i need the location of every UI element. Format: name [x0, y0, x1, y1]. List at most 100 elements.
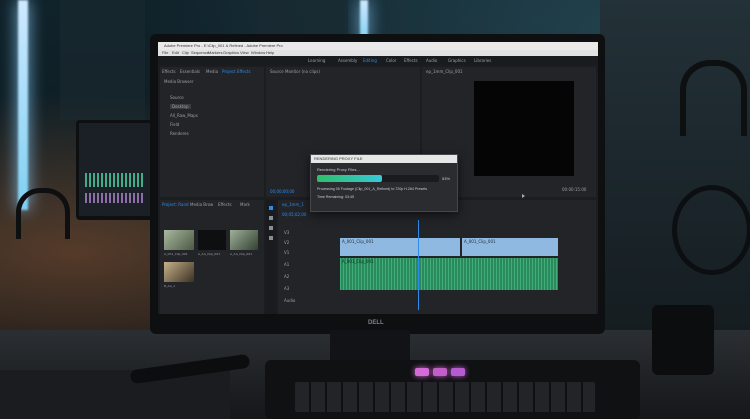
- type-tool-icon[interactable]: [269, 236, 273, 240]
- program-video-frame: [474, 81, 574, 176]
- tree-item-raw-maps[interactable]: All_Raw_Maps: [170, 113, 198, 118]
- render-dialog: RENDERING PROXY FILE Rendering Proxy Fil…: [310, 154, 458, 212]
- video-clip-label: A_001_Clip_001: [342, 239, 374, 244]
- track-label-v3[interactable]: V3: [284, 230, 289, 235]
- tools-panel: [266, 200, 276, 314]
- menu-item-edit[interactable]: Edit: [172, 50, 179, 55]
- tab-essentials[interactable]: Essentials: [180, 69, 200, 74]
- render-detail: Processing 05 Footage (Clip_001_A_Refine…: [317, 187, 428, 191]
- headphones-left: [16, 188, 70, 239]
- second-monitor: [76, 120, 154, 220]
- source-timecode: 00;00;00;00: [270, 189, 295, 194]
- playhead[interactable]: [418, 220, 419, 310]
- render-dialog-title: RENDERING PROXY FILE: [314, 156, 363, 161]
- source-monitor-tab[interactable]: Source Monitor (no clips): [270, 69, 320, 74]
- monitor-brand: DELL: [368, 320, 384, 326]
- workspace-learning[interactable]: Learning: [308, 58, 325, 63]
- tree-item-desktop[interactable]: Desktop: [170, 104, 191, 109]
- selection-tool-icon[interactable]: [269, 206, 273, 210]
- program-monitor-tab[interactable]: ep_1mm_Clip_001: [426, 69, 463, 74]
- keyboard-key: [295, 382, 595, 412]
- hand-tool-icon[interactable]: [269, 226, 273, 230]
- menu-item-window[interactable]: Window: [251, 50, 265, 55]
- tab-media[interactable]: Media: [206, 69, 218, 74]
- timeline-tab[interactable]: ep_1mm_1: [282, 202, 304, 207]
- clip-thumbnail[interactable]: [164, 230, 194, 250]
- workspace-color[interactable]: Color: [386, 58, 396, 63]
- keyboard-key: [415, 368, 429, 376]
- menu-item-file[interactable]: File: [162, 50, 168, 55]
- master-track-label: Audio: [284, 298, 296, 303]
- premiere-window: Adobe Premiere Pro - E:\Clip_001 & Refin…: [158, 42, 598, 314]
- tab-project-effects[interactable]: Project Effects: [222, 69, 251, 74]
- tab-markers[interactable]: Mark: [240, 202, 250, 207]
- control-knobs: [0, 370, 230, 419]
- menu-item-sequence[interactable]: Sequence: [191, 50, 209, 55]
- video-clip[interactable]: A_001_Clip_001: [462, 238, 558, 256]
- workspace-assembly[interactable]: Assembly: [338, 58, 357, 63]
- menu-item-graphics[interactable]: Graphics: [223, 50, 239, 55]
- clip-label: A_AA_Clip_001: [198, 252, 221, 256]
- right-wall: [600, 0, 750, 330]
- studio-scene: DELL Adobe Premiere Pro - E:\Clip_001 & …: [0, 0, 750, 419]
- audio-clip-label: A_001_Clip_001: [342, 259, 374, 264]
- clip-thumbnail[interactable]: [230, 230, 258, 250]
- media-browser-panel: Effects Essentials Media Project Effects…: [160, 67, 264, 197]
- left-light-strip: [18, 0, 28, 210]
- tab-project[interactable]: Project: Rand: [162, 202, 189, 207]
- progress-percent: 53%: [442, 176, 451, 181]
- waveform-graphic: [85, 193, 145, 203]
- keyboard-key: [451, 368, 465, 376]
- second-monitor-screen: [79, 123, 151, 216]
- keyboard-key: [433, 368, 447, 376]
- workspace-bar: Learning Assembly Editing Color Effects …: [158, 56, 598, 65]
- clip-label: A_AA_Clip_001: [230, 252, 253, 256]
- tab-media-browser[interactable]: Media Brow: [190, 202, 213, 207]
- track-label-v1[interactable]: V1: [284, 250, 289, 255]
- menu-item-markers[interactable]: Markers: [208, 50, 222, 55]
- workspace-editing[interactable]: Editing: [363, 58, 377, 63]
- tree-item-field[interactable]: Field: [170, 122, 179, 127]
- search-field[interactable]: Media Browser: [164, 79, 194, 84]
- coffee-mug: [652, 305, 714, 375]
- track-label-v2[interactable]: V2: [284, 240, 289, 245]
- headphones-right: [680, 60, 747, 136]
- tree-item-renderes[interactable]: Renderes: [170, 131, 189, 136]
- clip-thumbnail[interactable]: [164, 262, 194, 282]
- acoustic-panel: [60, 0, 145, 120]
- audio-clip[interactable]: A_001_Clip_001: [340, 258, 558, 290]
- clip-label: A_001_Clip_001: [164, 252, 188, 256]
- workspace-graphics[interactable]: Graphics: [448, 58, 466, 63]
- clip-label: B_AA_1: [164, 284, 176, 288]
- project-bin-panel: Project: Rand Media Brow Effects Mark A_…: [160, 200, 264, 314]
- progress-track: [317, 175, 439, 182]
- track-label-a3[interactable]: A3: [284, 286, 289, 291]
- time-remaining: Time Remaining: 03:45: [317, 195, 355, 199]
- progress-fill: [317, 175, 382, 182]
- timeline-timecode: 00;05;02;00: [282, 212, 307, 217]
- video-clip[interactable]: A_001_Clip_001: [340, 238, 460, 256]
- program-duration: 00:00:15:00: [562, 187, 587, 192]
- play-button[interactable]: [522, 194, 525, 198]
- keyboard: [265, 360, 640, 419]
- menu-item-clip[interactable]: Clip: [182, 50, 189, 55]
- tree-item-source[interactable]: Source: [170, 95, 184, 100]
- tab-effects[interactable]: Effects: [162, 69, 176, 74]
- title-bar: Adobe Premiere Pro - E:\Clip_001 & Refin…: [158, 42, 598, 50]
- waveform-graphic: [85, 173, 145, 187]
- cable-coil: [672, 185, 750, 275]
- timeline-panel: ep_1mm_1 00;05;02;00 V3 V2 V1 A1 A2 A3 A…: [278, 200, 596, 314]
- video-clip-label: A_001_Clip_001: [464, 239, 496, 244]
- menu-item-view[interactable]: View: [240, 50, 249, 55]
- tab-bin-effects[interactable]: Effects: [218, 202, 232, 207]
- clip-thumbnail[interactable]: [198, 230, 226, 250]
- render-status: Rendering Proxy Files...: [317, 167, 360, 172]
- workspace-effects[interactable]: Effects: [404, 58, 418, 63]
- razor-tool-icon[interactable]: [269, 216, 273, 220]
- workspace-audio[interactable]: Audio: [426, 58, 437, 63]
- track-label-a2[interactable]: A2: [284, 274, 289, 279]
- track-label-a1[interactable]: A1: [284, 262, 289, 267]
- window-title: Adobe Premiere Pro - E:\Clip_001 & Refin…: [164, 43, 283, 48]
- menu-item-help[interactable]: Help: [266, 50, 274, 55]
- workspace-libraries[interactable]: Libraries: [474, 58, 491, 63]
